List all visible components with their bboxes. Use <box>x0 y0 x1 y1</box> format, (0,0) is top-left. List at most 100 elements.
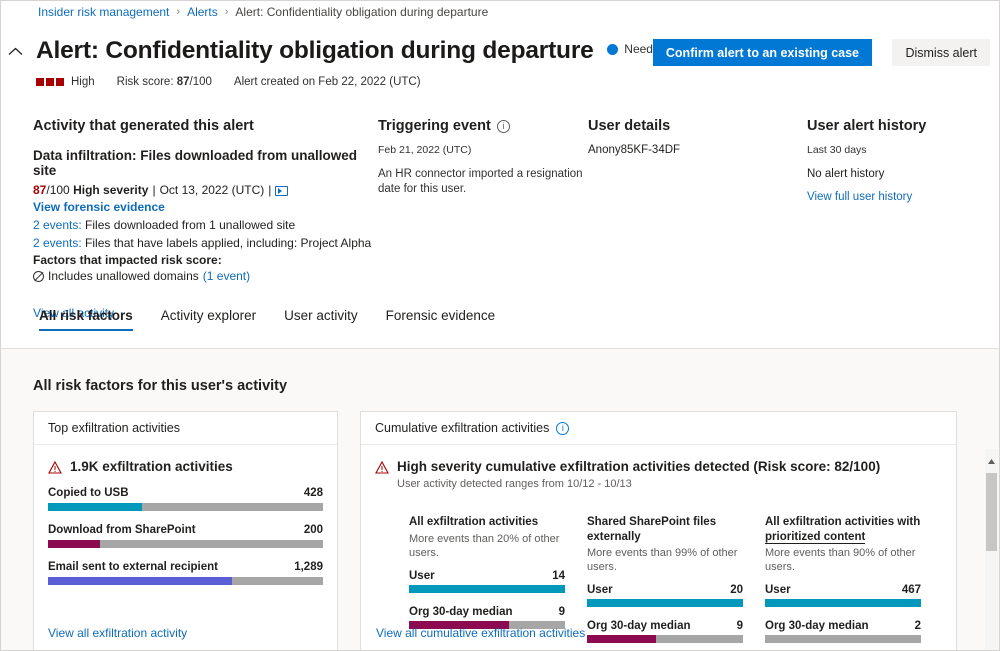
triggering-event-description: An HR connector imported a resignation d… <box>378 167 588 197</box>
mini-bar-fill <box>587 599 743 607</box>
prioritized-content-link[interactable]: prioritized content <box>765 531 865 544</box>
breadcrumb-item-root[interactable]: Insider risk management <box>38 5 169 19</box>
risk-factors-panel: All risk factors for this user's activit… <box>0 348 1000 651</box>
activity-date: Oct 13, 2022 (UTC) <box>160 182 265 199</box>
tab-activity-explorer[interactable]: Activity explorer <box>147 308 270 331</box>
mini-bar-track <box>765 635 921 643</box>
activity-score-line: 87/100 High severity | Oct 13, 2022 (UTC… <box>33 182 378 216</box>
user-alert-history-status: No alert history <box>807 168 992 180</box>
info-icon[interactable]: i <box>556 422 569 435</box>
mini-chart-heading: All exfiltration activities with priorit… <box>765 515 921 544</box>
activity-column: Activity that generated this alert Data … <box>33 118 378 320</box>
mini-chart-group: Shared SharePoint files externally More … <box>587 515 743 651</box>
vertical-scrollbar[interactable] <box>985 449 998 651</box>
mini-bar-fill <box>765 599 921 607</box>
bar-track <box>48 577 323 585</box>
video-evidence-icon <box>275 186 288 196</box>
mini-row-value: 20 <box>730 584 743 596</box>
user-alert-history-range: Last 30 days <box>807 144 992 156</box>
view-forensic-evidence-link[interactable]: View forensic evidence <box>33 199 165 216</box>
cumulative-subtitle: User activity detected ranges from 10/12… <box>397 477 942 491</box>
breadcrumb-item-alerts[interactable]: Alerts <box>187 5 218 19</box>
severity-label: High <box>71 76 95 88</box>
tab-bar: All risk factors Activity explorer User … <box>33 308 509 331</box>
mini-row-label: User <box>765 584 791 596</box>
breadcrumb: Insider risk management › Alerts › Alert… <box>38 5 488 19</box>
mini-chart-group: All exfiltration activities with priorit… <box>765 515 921 651</box>
event-count-link[interactable]: 2 events: <box>33 218 82 232</box>
risk-factors-heading: Factors that impacted risk score: <box>33 253 378 267</box>
event-text: Files that have labels applied, includin… <box>85 236 371 250</box>
view-all-exfiltration-activity-link[interactable]: View all exfiltration activity <box>48 626 187 640</box>
dismiss-alert-button[interactable]: Dismiss alert <box>892 39 990 66</box>
cumulative-card-header: Cumulative exfiltration activities i <box>361 412 956 445</box>
cumulative-exfiltration-card: Cumulative exfiltration activities i Hig… <box>360 411 957 651</box>
status-dot-icon <box>607 44 618 55</box>
info-icon[interactable]: i <box>497 120 510 133</box>
bar-label: Download from SharePoint <box>48 524 196 536</box>
cumulative-title: High severity cumulative exfiltration ac… <box>397 459 880 474</box>
bar-fill <box>48 540 100 548</box>
triggering-event-date: Feb 21, 2022 (UTC) <box>378 144 588 156</box>
severity-indicator-icon <box>36 78 64 86</box>
mini-chart-percentile: More events than 90% of other users. <box>765 546 921 574</box>
event-count-link[interactable]: 2 events: <box>33 236 82 250</box>
bar-row: Download from SharePoint 200 <box>48 524 323 548</box>
alert-details-page: Insider risk management › Alerts › Alert… <box>0 0 1000 651</box>
breadcrumb-item-current: Alert: Confidentiality obligation during… <box>235 5 488 19</box>
mini-chart-percentile: More events than 99% of other users. <box>587 546 743 574</box>
mini-chart-heading: All exfiltration activities <box>409 515 565 530</box>
bar-label: Copied to USB <box>48 487 129 499</box>
risk-score-value: 87 <box>177 76 190 88</box>
event-text: Files downloaded from 1 unallowed site <box>85 218 295 232</box>
triggering-event-heading: Triggering event i <box>378 118 588 134</box>
activity-event-row: 2 events: Files downloaded from 1 unallo… <box>33 216 378 234</box>
mini-row-label: User <box>587 584 613 596</box>
activity-event-row: 2 events: Files that have labels applied… <box>33 234 378 252</box>
mini-row-value: 9 <box>559 606 565 618</box>
scroll-up-arrow-icon[interactable] <box>985 455 998 468</box>
top-exfiltration-card: Top exfiltration activities 1.9K exfiltr… <box>33 411 338 651</box>
bar-value: 428 <box>304 487 323 499</box>
top-exfiltration-warning: 1.9K exfiltration activities <box>48 459 323 474</box>
tab-all-risk-factors[interactable]: All risk factors <box>33 308 147 331</box>
user-id-value: Anony85KF-34DF <box>588 144 803 156</box>
tab-user-activity[interactable]: User activity <box>270 308 372 331</box>
view-all-cumulative-wrap: View all cumulative exfiltration activit… <box>376 626 585 640</box>
bar-row: Copied to USB 428 <box>48 487 323 511</box>
mini-bar-track <box>587 635 743 643</box>
user-details-heading: User details <box>588 118 803 134</box>
bar-label: Email sent to external recipient <box>48 561 218 573</box>
chevron-up-icon[interactable] <box>5 43 27 61</box>
view-all-exfiltration-wrap: View all exfiltration activity <box>48 626 187 640</box>
mini-bar-fill <box>587 635 656 643</box>
mini-bar-track <box>587 599 743 607</box>
mini-row-label: Org 30-day median <box>587 620 691 632</box>
risk-score: Risk score: 87/100 <box>117 76 212 88</box>
view-full-user-history-link[interactable]: View full user history <box>807 191 912 203</box>
tab-forensic-evidence[interactable]: Forensic evidence <box>372 308 510 331</box>
risk-factor-text: Includes unallowed domains <box>48 267 199 285</box>
top-exfiltration-card-body: 1.9K exfiltration activities Copied to U… <box>34 445 337 599</box>
mini-bar-track <box>409 585 565 593</box>
user-alert-history-column: User alert history Last 30 days No alert… <box>807 118 992 203</box>
risk-factor-event-link[interactable]: (1 event) <box>203 267 250 285</box>
mini-row-label: User <box>409 570 435 582</box>
mini-chart-name: Shared SharePoint files externally <box>587 516 716 543</box>
bar-value: 200 <box>304 524 323 536</box>
triggering-event-heading-text: Triggering event <box>378 118 491 134</box>
alert-meta-row: High Risk score: 87/100 Alert created on… <box>36 76 421 88</box>
activity-score: 87 <box>33 182 46 199</box>
cumulative-card-body: High severity cumulative exfiltration ac… <box>361 445 956 651</box>
mini-chart-heading: Shared SharePoint files externally <box>587 515 743 544</box>
blocked-domain-icon <box>33 271 44 282</box>
scrollbar-thumb[interactable] <box>986 473 997 551</box>
top-exfiltration-title: 1.9K exfiltration activities <box>70 459 233 474</box>
breadcrumb-separator: › <box>225 6 229 18</box>
bar-value: 1,289 <box>294 561 323 573</box>
confirm-alert-button[interactable]: Confirm alert to an existing case <box>653 39 872 66</box>
mini-row-value: 467 <box>902 584 921 596</box>
view-all-cumulative-activities-link[interactable]: View all cumulative exfiltration activit… <box>376 626 585 640</box>
mini-row-value: 2 <box>915 620 921 632</box>
bar-row: Email sent to external recipient 1,289 <box>48 561 323 585</box>
